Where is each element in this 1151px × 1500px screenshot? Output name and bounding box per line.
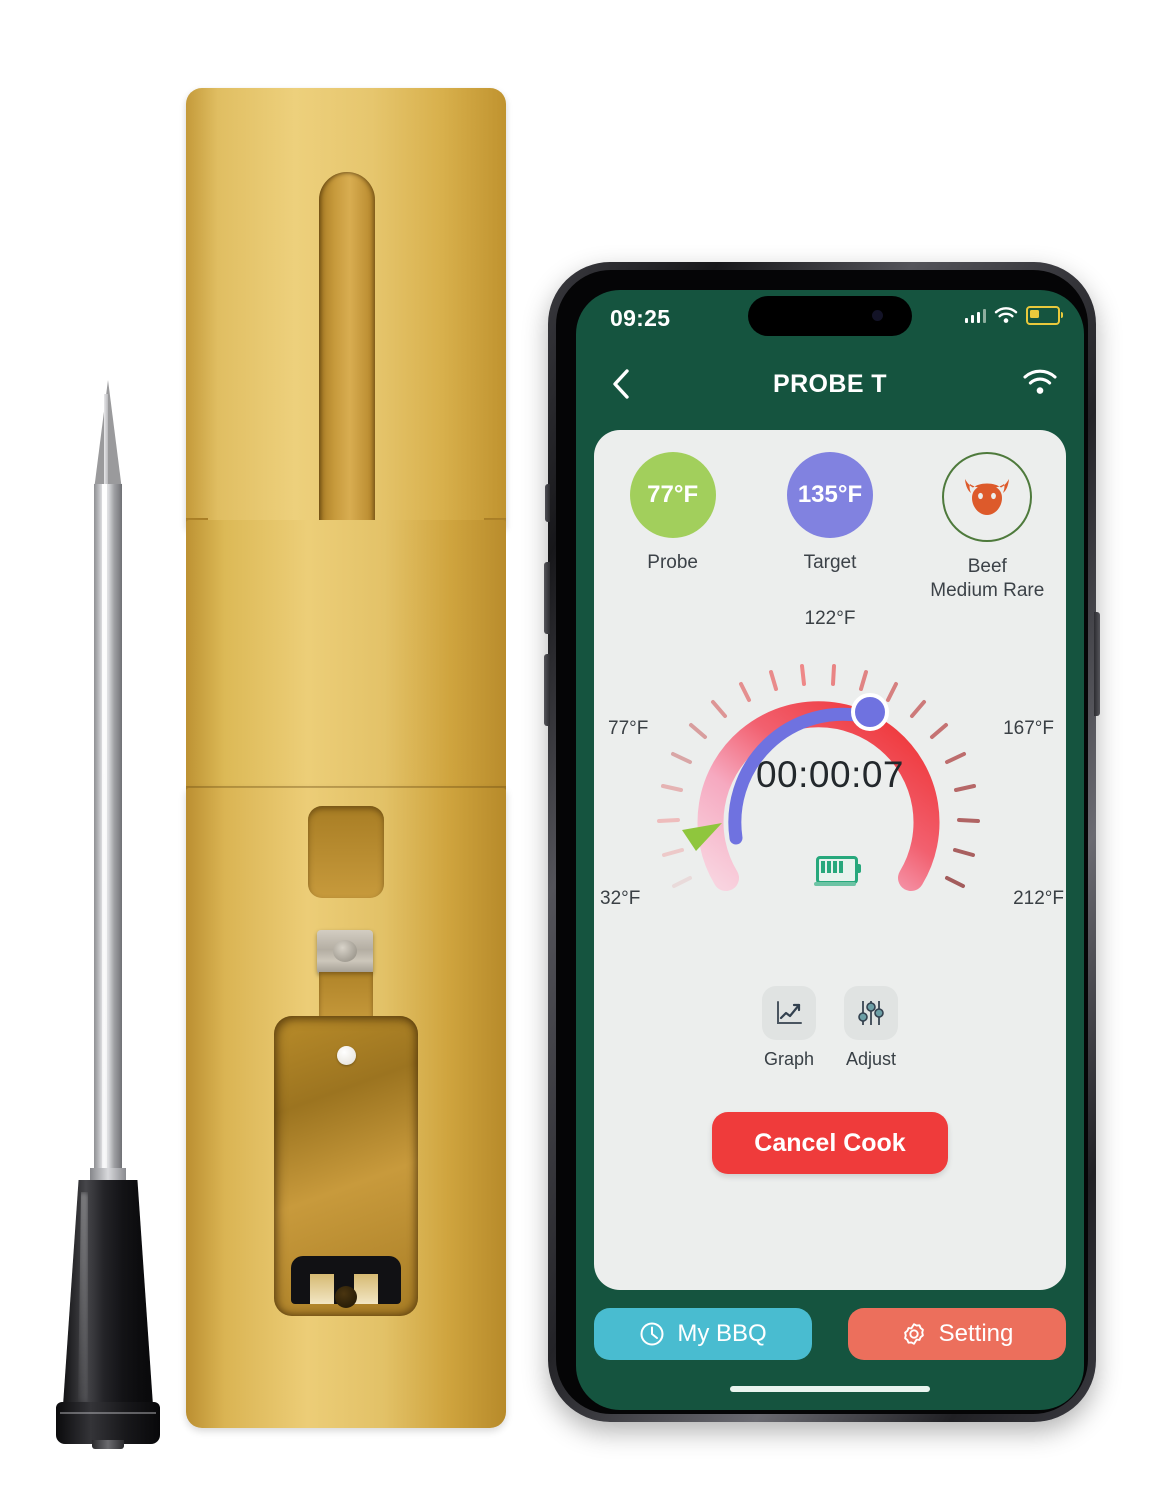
volume-up-button[interactable] — [544, 562, 550, 634]
case-bottom-hole — [335, 1286, 357, 1308]
meat-type-bubble — [942, 452, 1033, 542]
clock-icon — [640, 1322, 664, 1346]
magnet-disc — [333, 940, 357, 962]
target-temp-bubble: 135°F — [786, 452, 873, 538]
bamboo-case — [186, 88, 506, 1428]
probe-handle — [62, 1180, 154, 1420]
action-row: Graph Adjust — [594, 986, 1066, 1070]
my-bbq-button[interactable]: My BBQ — [594, 1308, 812, 1360]
gauge-knob — [851, 693, 889, 731]
contact-slot-left — [310, 1274, 334, 1304]
page-title: PROBE T — [773, 370, 887, 398]
wifi-icon[interactable] — [1022, 368, 1058, 398]
stat-target[interactable]: 135°F Target — [760, 452, 900, 575]
graph-button[interactable]: Graph — [762, 986, 816, 1070]
setting-label: Setting — [938, 1320, 1014, 1347]
probe-shaft — [94, 484, 122, 1174]
meat-name: Beef — [967, 556, 1007, 577]
battery-full-icon — [816, 856, 861, 884]
gauge-label-top: 122°F — [804, 608, 856, 629]
front-camera — [872, 310, 883, 321]
case-magnet-recess — [308, 806, 384, 898]
probe-shaft-highlight — [102, 484, 107, 1174]
phone-screen: 09:25 PROBE T 77°F Probe 135°F Target Be… — [576, 290, 1084, 1410]
battery-underline — [814, 882, 856, 886]
meat-type-label: Beef Medium Rare — [930, 555, 1044, 604]
graph-icon-box — [762, 986, 816, 1040]
line-chart-icon — [777, 1001, 802, 1024]
stat-row: 77°F Probe 135°F Target Beef Medium Rare — [594, 452, 1066, 604]
adjust-button[interactable]: Adjust — [844, 986, 898, 1070]
power-button[interactable] — [1094, 612, 1100, 716]
nav-bar: PROBE T — [576, 348, 1084, 420]
status-indicators — [964, 306, 1063, 325]
gauge-label-bottom-left: 32°F — [600, 888, 641, 909]
target-label: Target — [803, 552, 857, 573]
my-bbq-label: My BBQ — [677, 1320, 767, 1347]
probe-tip-highlight — [104, 394, 108, 490]
contact-slot-right — [354, 1274, 378, 1304]
battery-icon — [1026, 306, 1063, 325]
gauge-label-right: 167°F — [1003, 718, 1054, 739]
probe-temp-bubble: 77°F — [629, 452, 716, 538]
cellular-signal-icon — [964, 308, 986, 323]
dynamic-island — [748, 296, 912, 336]
probe-tip — [94, 380, 122, 490]
probe-label: Probe — [647, 552, 698, 573]
probe-base — [56, 1402, 160, 1444]
home-indicator[interactable] — [730, 1386, 930, 1392]
adjust-icon-box — [844, 986, 898, 1040]
cook-timer: 00:00:07 — [755, 754, 905, 795]
graph-label: Graph — [763, 1049, 815, 1069]
probe-base-seam — [60, 1412, 156, 1414]
adjust-label: Adjust — [845, 1049, 897, 1069]
status-time: 09:25 — [610, 305, 671, 331]
setting-button[interactable]: Setting — [848, 1308, 1066, 1360]
phone-device: 09:25 PROBE T 77°F Probe 135°F Target Be… — [544, 262, 1100, 1422]
probe-card: 77°F Probe 135°F Target Beef Medium Rare… — [594, 430, 1066, 1290]
stat-meat[interactable]: Beef Medium Rare — [917, 452, 1057, 604]
phone-bezel: 09:25 PROBE T 77°F Probe 135°F Target Be… — [556, 270, 1088, 1414]
thermometer-probe — [38, 380, 168, 1450]
probe-charging-pins — [92, 1440, 124, 1449]
meat-doneness: Medium Rare — [930, 580, 1045, 602]
mute-switch[interactable] — [545, 484, 550, 522]
case-probe-slot — [319, 172, 375, 552]
sliders-icon — [858, 1001, 884, 1025]
temperature-gauge[interactable]: 00:00:07 122°F 77°F 167°F 32°F 212°F — [600, 608, 1064, 950]
gauge-label-bottom-right: 212°F — [1013, 888, 1064, 909]
bull-head-icon — [965, 479, 1010, 515]
gauge-label-left: 77°F — [608, 718, 649, 739]
volume-down-button[interactable] — [544, 654, 550, 726]
stat-probe[interactable]: 77°F Probe — [603, 452, 743, 575]
wifi-icon — [994, 307, 1018, 323]
status-bar: 09:25 — [576, 290, 1084, 348]
gear-icon — [903, 1323, 924, 1345]
cancel-cook-button[interactable]: Cancel Cook — [712, 1112, 948, 1174]
bottom-bar: My BBQ Setting — [576, 1308, 1084, 1372]
cavity-sensor-hole — [337, 1046, 356, 1065]
